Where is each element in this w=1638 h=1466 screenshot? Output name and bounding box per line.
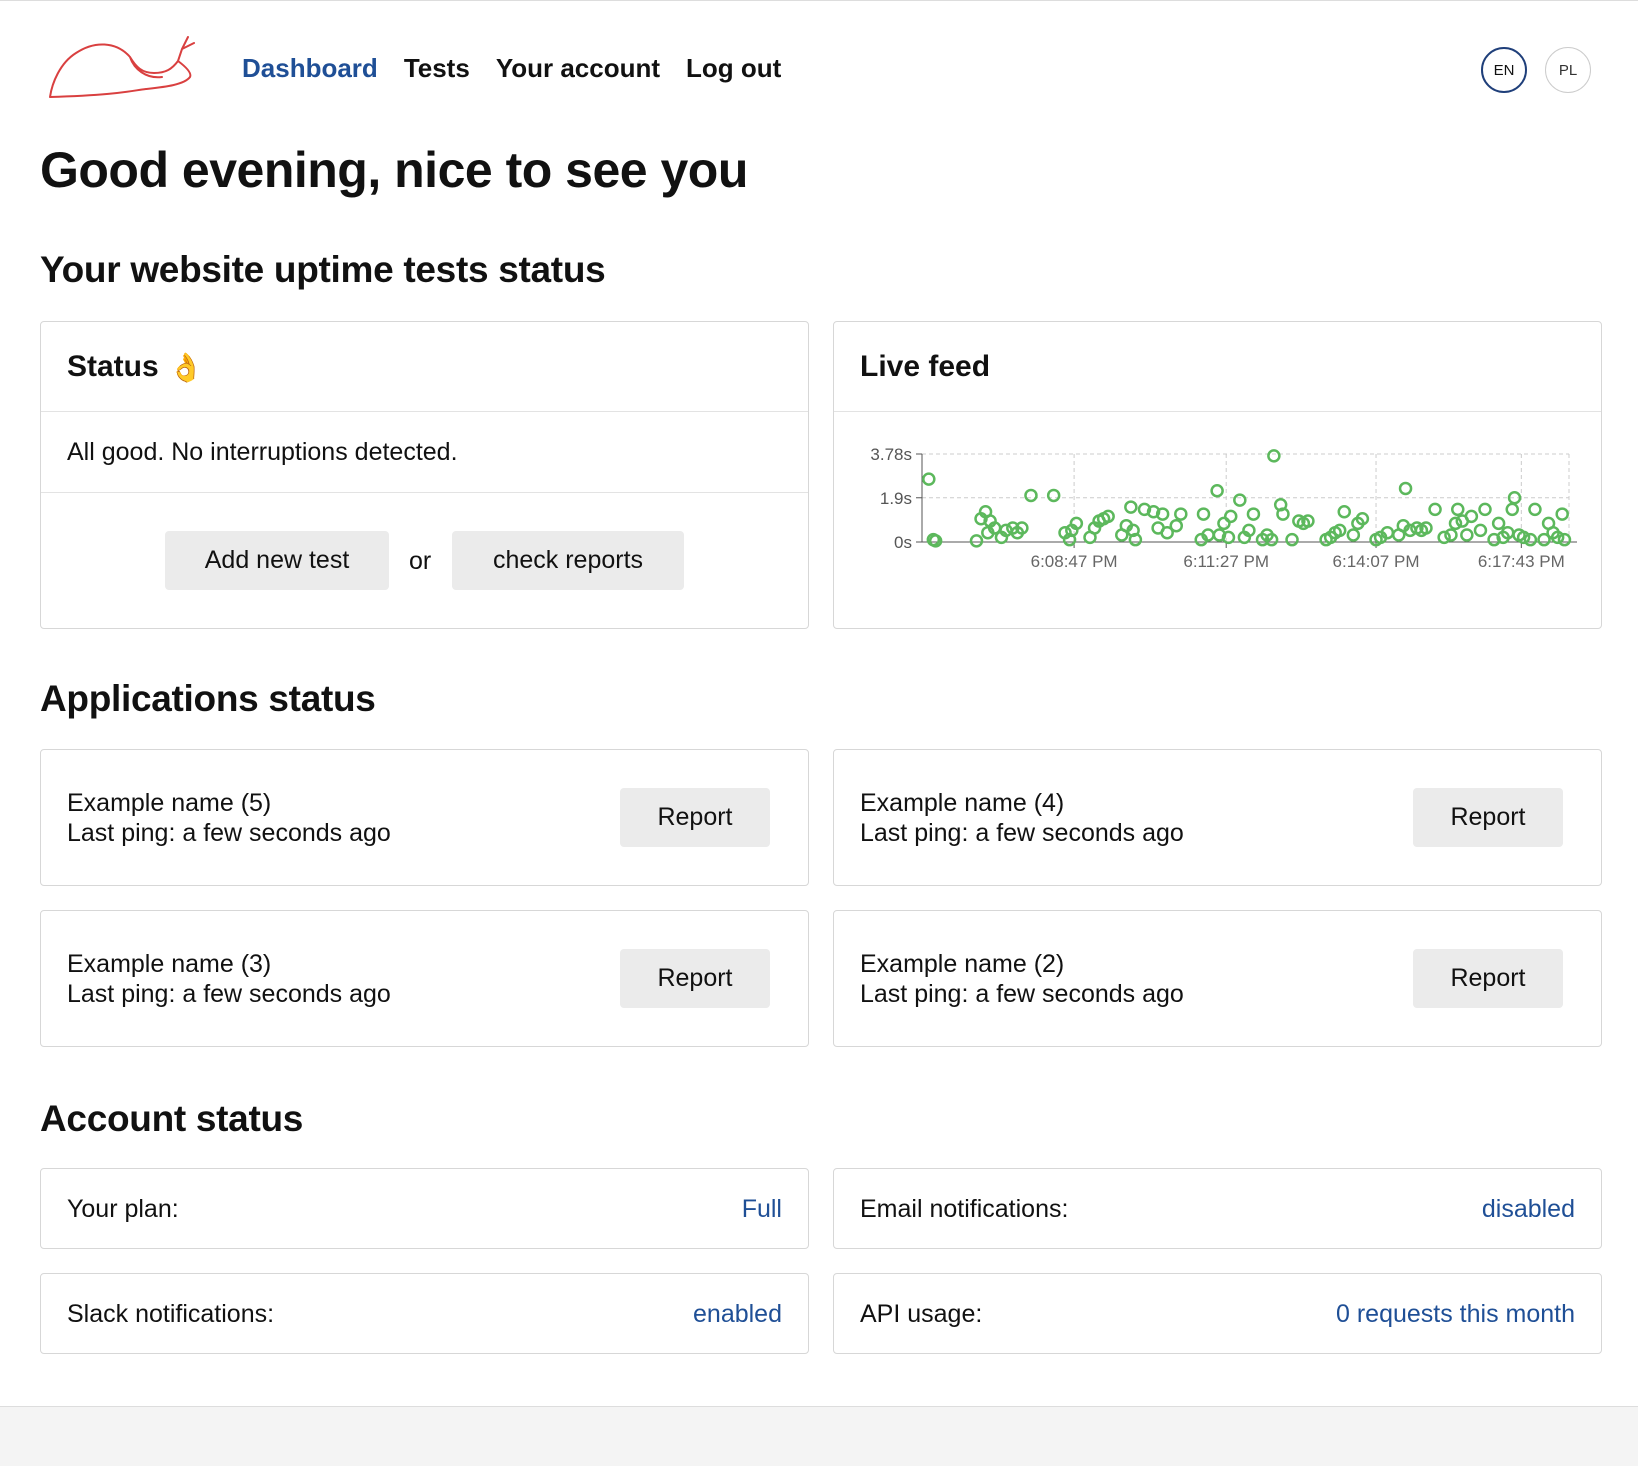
data-point bbox=[1444, 528, 1458, 542]
data-point bbox=[1046, 488, 1061, 503]
data-point bbox=[1398, 481, 1413, 496]
report-button[interactable]: Report bbox=[1413, 788, 1563, 847]
applications-heading: Applications status bbox=[40, 678, 376, 719]
application-last-ping: Last ping: a few seconds ago bbox=[67, 819, 391, 847]
application-name: Example name (3) bbox=[67, 950, 272, 978]
data-point bbox=[1557, 532, 1572, 547]
data-point bbox=[1285, 532, 1299, 547]
report-button[interactable]: Report bbox=[620, 788, 770, 847]
add-new-test-button[interactable]: Add new test bbox=[165, 531, 389, 590]
status-title: Status bbox=[67, 350, 159, 383]
data-point bbox=[1024, 488, 1038, 503]
data-point bbox=[1246, 507, 1261, 521]
application-card: Example name (3) Last ping: a few second… bbox=[40, 910, 809, 1047]
nav-tests[interactable]: Tests bbox=[404, 53, 470, 84]
data-point bbox=[1523, 532, 1538, 547]
data-point bbox=[1473, 523, 1488, 538]
account-plan-card: Your plan: Full bbox=[40, 1168, 809, 1249]
data-point bbox=[1464, 509, 1479, 524]
data-point bbox=[1428, 502, 1442, 517]
application-card: Example name (2) Last ping: a few second… bbox=[833, 910, 1602, 1047]
data-point bbox=[922, 472, 936, 486]
email-notifications-card: Email notifications: disabled bbox=[833, 1168, 1602, 1249]
data-point bbox=[1337, 504, 1352, 519]
application-name: Example name (4) bbox=[860, 789, 1065, 817]
data-point bbox=[1124, 500, 1138, 514]
data-point bbox=[1223, 509, 1238, 524]
footer bbox=[0, 1406, 1638, 1466]
y-tick-label: 3.78s bbox=[870, 445, 912, 464]
data-point bbox=[1505, 502, 1519, 517]
check-reports-button[interactable]: check reports bbox=[452, 531, 684, 590]
status-message-row: All good. No interruptions detected. bbox=[41, 412, 808, 493]
nav-dashboard[interactable]: Dashboard bbox=[242, 53, 378, 84]
report-button[interactable]: Report bbox=[620, 949, 770, 1008]
language-en-button[interactable]: EN bbox=[1481, 47, 1527, 93]
or-text: or bbox=[409, 547, 432, 575]
application-name: Example name (2) bbox=[860, 950, 1065, 978]
report-button[interactable]: Report bbox=[1413, 949, 1563, 1008]
live-feed-title: Live feed bbox=[860, 350, 991, 383]
application-card: Example name (5) Last ping: a few second… bbox=[40, 749, 809, 886]
data-point bbox=[1346, 528, 1361, 542]
email-notifications-value[interactable]: disabled bbox=[1482, 1195, 1575, 1224]
x-tick-label: 6:11:27 PM bbox=[1183, 552, 1269, 571]
data-point bbox=[1451, 502, 1465, 517]
slack-notifications-card: Slack notifications: enabled bbox=[40, 1273, 809, 1354]
header: Dashboard Tests Your account Log out EN … bbox=[40, 1, 1605, 121]
data-point bbox=[969, 534, 984, 548]
email-notifications-label: Email notifications: bbox=[860, 1195, 1069, 1223]
application-last-ping: Last ping: a few seconds ago bbox=[860, 980, 1184, 1008]
ok-hand-icon: 👌 bbox=[168, 351, 204, 383]
data-point bbox=[1448, 516, 1463, 531]
data-point bbox=[1267, 449, 1281, 463]
live-feed-chart: 0s 1.9s 3.78s 6:08:47 PM 6:11:27 PM 6:14:07 P… bbox=[870, 445, 1577, 571]
x-tick-label: 6:17:43 PM bbox=[1478, 552, 1565, 571]
y-tick-label: 1.9s bbox=[880, 489, 912, 508]
data-point bbox=[1491, 516, 1506, 531]
data-point bbox=[1174, 507, 1188, 521]
live-feed-header: Live feed bbox=[834, 322, 1601, 412]
page-greeting: Good evening, nice to see you bbox=[40, 142, 748, 198]
account-plan-value[interactable]: Full bbox=[742, 1195, 782, 1224]
status-message: All good. No interruptions detected. bbox=[67, 438, 458, 466]
data-point bbox=[1555, 507, 1569, 521]
live-feed-card: Live feed 0s 1.9s 3.78s 6:08:47 PM 6:11:27 P… bbox=[833, 321, 1602, 629]
data-point bbox=[1210, 484, 1224, 498]
nav-your-account[interactable]: Your account bbox=[496, 53, 660, 84]
application-name: Example name (5) bbox=[67, 789, 272, 817]
slack-notifications-label: Slack notifications: bbox=[67, 1300, 275, 1328]
account-plan-label: Your plan: bbox=[67, 1195, 179, 1223]
data-point bbox=[1169, 518, 1184, 533]
status-card: Status 👌 All good. No interruptions dete… bbox=[40, 321, 809, 629]
data-point bbox=[1478, 502, 1492, 517]
main-nav: Dashboard Tests Your account Log out bbox=[242, 53, 781, 84]
x-tick-label: 6:14:07 PM bbox=[1333, 552, 1420, 571]
account-heading: Account status bbox=[40, 1098, 304, 1139]
status-card-header: Status 👌 bbox=[41, 322, 808, 412]
language-pl-button[interactable]: PL bbox=[1545, 47, 1591, 93]
x-tick-label: 6:08:47 PM bbox=[1031, 552, 1118, 571]
application-last-ping: Last ping: a few seconds ago bbox=[860, 819, 1184, 847]
y-tick-label: 0s bbox=[894, 533, 912, 552]
data-point bbox=[1528, 502, 1542, 517]
application-card: Example name (4) Last ping: a few second… bbox=[833, 749, 1602, 886]
data-point bbox=[1196, 507, 1211, 521]
uptime-heading: Your website uptime tests status bbox=[40, 249, 606, 290]
data-point bbox=[1437, 530, 1451, 545]
nav-log-out[interactable]: Log out bbox=[686, 53, 781, 84]
api-usage-value[interactable]: 0 requests this month bbox=[1336, 1300, 1575, 1329]
data-point bbox=[1233, 493, 1247, 507]
slack-notifications-value[interactable]: enabled bbox=[693, 1300, 782, 1329]
application-last-ping: Last ping: a few seconds ago bbox=[67, 980, 391, 1008]
api-usage-label: API usage: bbox=[860, 1300, 983, 1328]
api-usage-card: API usage: 0 requests this month bbox=[833, 1273, 1602, 1354]
data-point bbox=[1460, 528, 1474, 542]
snail-logo-icon[interactable] bbox=[46, 33, 198, 99]
